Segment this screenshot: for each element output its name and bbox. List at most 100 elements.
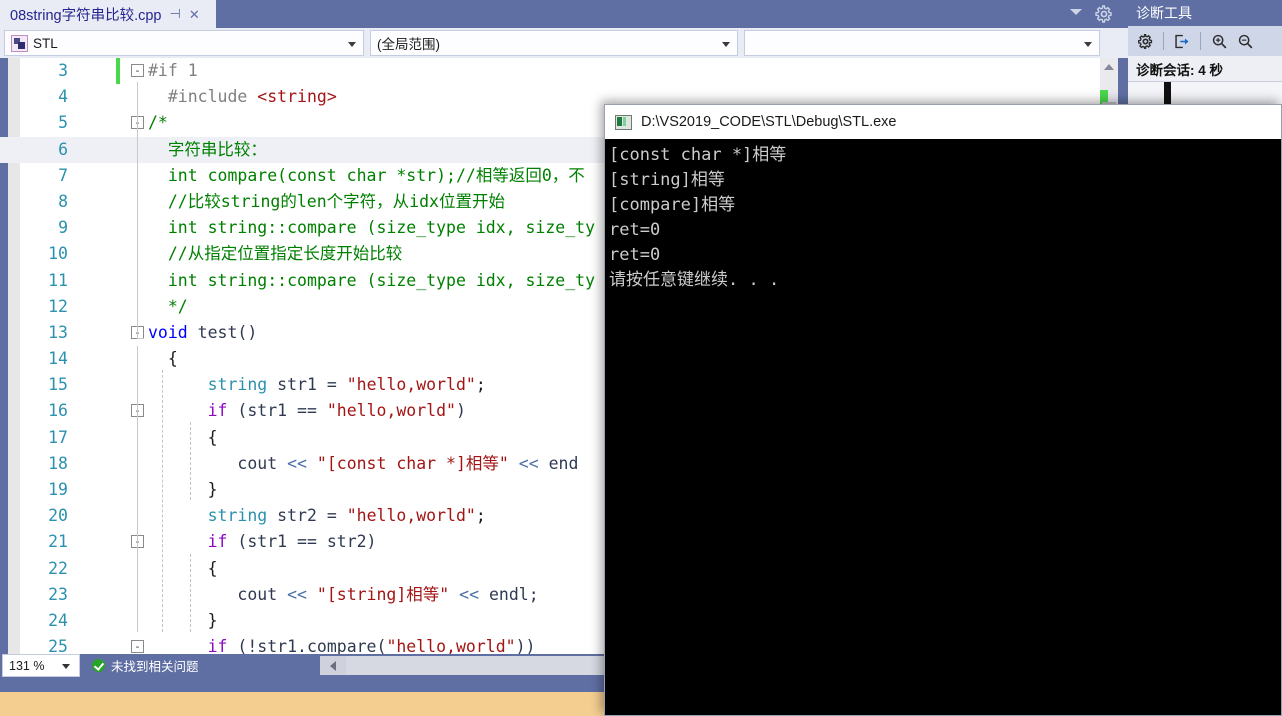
code-token: (str1 == str2) bbox=[227, 532, 377, 552]
code-token: int string::compare (size_type idx, size… bbox=[148, 270, 596, 290]
code-text: } bbox=[148, 608, 218, 634]
line-number: 15 bbox=[48, 375, 68, 395]
code-token: */ bbox=[148, 296, 188, 316]
settings-gear-icon[interactable] bbox=[1134, 30, 1156, 52]
code-text: } bbox=[148, 477, 218, 503]
project-dropdown[interactable]: STL bbox=[4, 30, 364, 56]
pin-icon[interactable]: ⊣ bbox=[170, 8, 181, 21]
code-token: { bbox=[148, 427, 218, 447]
diagnostic-session-label: 诊断会话: 4 秒 bbox=[1128, 56, 1282, 82]
code-token: "[string]相等" bbox=[316, 584, 450, 604]
scope-dropdown[interactable]: (全局范围) bbox=[370, 30, 738, 56]
code-token: //从指定位置指定长度开始比较 bbox=[148, 244, 403, 264]
code-token: cout bbox=[148, 584, 288, 604]
console-title-bar[interactable]: D:\VS2019_CODE\STL\Debug\STL.exe bbox=[605, 105, 1281, 139]
line-change-marker bbox=[116, 58, 120, 85]
code-text: 字符串比较： bbox=[148, 137, 267, 163]
chevron-down-icon[interactable] bbox=[1070, 9, 1082, 15]
code-text: int string::compare (size_type idx, size… bbox=[148, 268, 595, 294]
line-number: 7 bbox=[58, 165, 68, 185]
code-token: #if 1 bbox=[148, 61, 198, 80]
diagnostic-tools-toolbar bbox=[1128, 26, 1282, 56]
zoom-level-value: 131 % bbox=[9, 658, 45, 673]
code-token: if bbox=[207, 532, 228, 552]
line-number: 25 bbox=[48, 637, 68, 654]
member-dropdown[interactable] bbox=[744, 30, 1100, 56]
code-token: ; bbox=[475, 506, 486, 526]
code-token: << bbox=[518, 453, 539, 473]
line-number: 19 bbox=[48, 480, 68, 499]
gear-icon[interactable] bbox=[1094, 4, 1114, 24]
code-text: #include <string> bbox=[148, 84, 337, 110]
line-number: 6 bbox=[58, 139, 68, 159]
code-token: test() bbox=[187, 322, 258, 342]
line-number: 8 bbox=[58, 191, 68, 211]
close-icon[interactable]: ✕ bbox=[189, 8, 200, 21]
line-number: 13 bbox=[48, 322, 68, 342]
tab-strip: 08string字符串比较.cpp ⊣ ✕ bbox=[0, 0, 1128, 28]
line-number: 14 bbox=[48, 349, 68, 369]
code-text: /* bbox=[148, 110, 168, 136]
code-token: } bbox=[148, 610, 218, 630]
code-text: //从指定位置指定长度开始比较 bbox=[148, 241, 402, 267]
export-arrow-icon[interactable] bbox=[1171, 30, 1193, 52]
line-number: 16 bbox=[48, 401, 68, 421]
line-number: 21 bbox=[48, 532, 68, 552]
line-number: 22 bbox=[48, 558, 68, 578]
code-token: endl; bbox=[479, 584, 539, 604]
zoom-in-icon[interactable] bbox=[1208, 30, 1230, 52]
code-token: "hello,world" bbox=[386, 637, 516, 654]
line-number: 24 bbox=[48, 610, 68, 630]
code-token: void bbox=[148, 322, 188, 342]
fold-guide-if bbox=[137, 82, 138, 338]
indent-guide-1 bbox=[162, 370, 164, 632]
code-token: string bbox=[207, 506, 268, 526]
code-token: str2 = bbox=[267, 506, 347, 526]
line-number: 5 bbox=[58, 113, 68, 133]
line-number: 18 bbox=[48, 453, 68, 473]
scope-dropdown-value: (全局范围) bbox=[377, 37, 440, 52]
error-status: 未找到相关问题 bbox=[92, 654, 199, 677]
fold-guide-func bbox=[137, 346, 138, 632]
chevron-down-icon bbox=[62, 664, 70, 669]
console-app-icon bbox=[615, 114, 632, 130]
line-number: 10 bbox=[48, 244, 68, 264]
indent-guide-2 bbox=[190, 422, 192, 500]
indent-guide-3 bbox=[190, 554, 192, 632]
toolbar-separator bbox=[1163, 32, 1164, 50]
fold-guide-end bbox=[137, 338, 144, 339]
code-text: if (str1 == str2) bbox=[148, 529, 377, 555]
fold-toggle-icon[interactable]: - bbox=[131, 640, 144, 654]
scroll-left-arrow-icon[interactable] bbox=[330, 661, 336, 671]
line-number: 20 bbox=[48, 506, 68, 526]
code-token: )) bbox=[515, 637, 536, 654]
code-token: "hello,world" bbox=[346, 375, 476, 395]
code-token: //比较string的len个字符，从idx位置开始 bbox=[148, 191, 505, 211]
code-token: ) bbox=[455, 401, 466, 421]
zoom-out-icon[interactable] bbox=[1234, 30, 1256, 52]
code-text: if (str1 == "hello,world") bbox=[148, 398, 466, 424]
fold-toggle-icon[interactable]: - bbox=[131, 64, 144, 77]
code-text: string str1 = "hello,world"; bbox=[148, 372, 486, 398]
zoom-level-dropdown[interactable]: 131 % bbox=[2, 654, 80, 677]
project-dropdown-value: STL bbox=[33, 35, 58, 51]
console-window[interactable]: D:\VS2019_CODE\STL\Debug\STL.exe [const … bbox=[604, 104, 1282, 716]
document-tab-label: 08string字符串比较.cpp bbox=[10, 7, 162, 24]
code-token: <string> bbox=[257, 87, 337, 107]
success-check-icon bbox=[92, 659, 105, 672]
code-token: { bbox=[148, 558, 218, 578]
code-text: string str2 = "hello,world"; bbox=[148, 503, 486, 529]
code-line[interactable]: 3 - #if 1 bbox=[0, 58, 1110, 85]
document-tab-08string[interactable]: 08string字符串比较.cpp ⊣ ✕ bbox=[0, 0, 216, 28]
line-number: 12 bbox=[48, 296, 68, 316]
code-token: #include bbox=[148, 87, 258, 107]
scroll-up-arrow-icon[interactable] bbox=[1104, 64, 1114, 70]
line-number: 4 bbox=[58, 87, 68, 107]
project-icon bbox=[11, 34, 28, 52]
